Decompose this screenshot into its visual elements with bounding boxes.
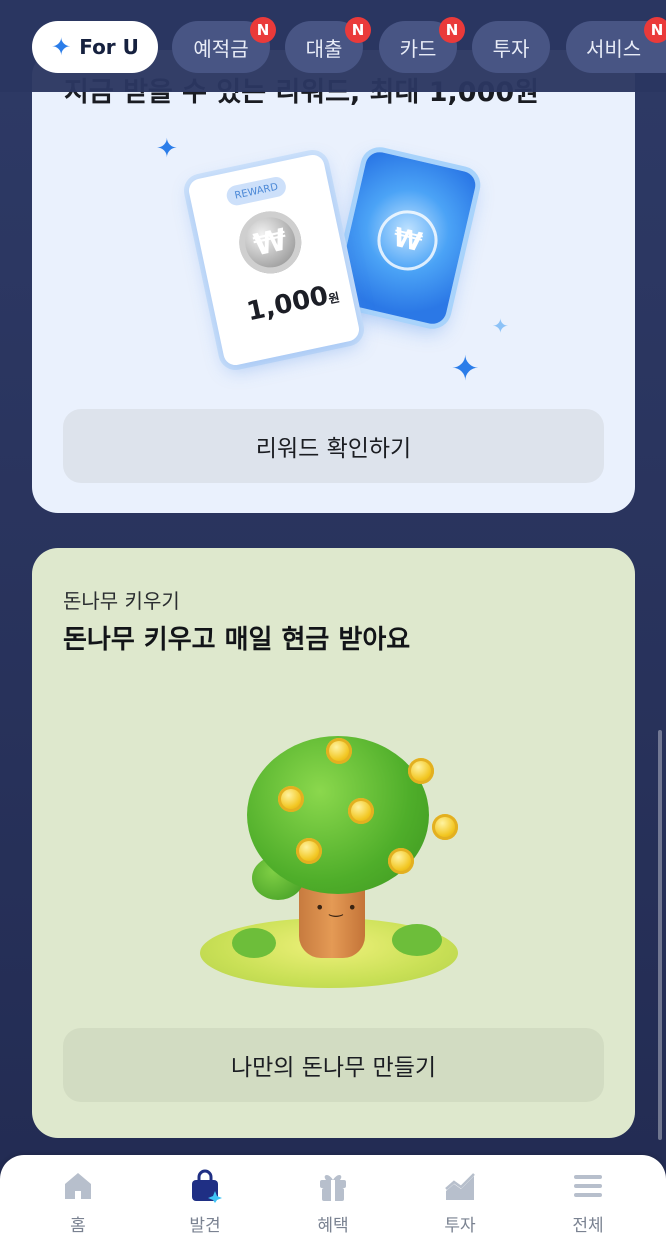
bush <box>232 928 276 958</box>
sparkle-icon: ✦ <box>492 314 509 338</box>
money-tree-subtitle: 돈나무 키우기 <box>63 589 180 613</box>
category-tab-bar: ✦ For U 예적금 N 대출 N 카드 N 투자 서비스 N <box>0 0 666 92</box>
new-badge: N <box>250 17 276 43</box>
nav-benefits[interactable]: 혜택 <box>288 1169 378 1239</box>
tab-label: For U <box>79 35 139 59</box>
silver-coin-icon: ₩ <box>233 205 308 280</box>
tab-label: 대출 <box>305 36 343 61</box>
reward-amount: 1,000원 <box>244 279 341 328</box>
gold-coin <box>388 848 414 874</box>
won-coin-icon: ₩ <box>371 204 444 277</box>
nav-all[interactable]: 전체 <box>543 1169 633 1239</box>
tab-savings[interactable]: 예적금 N <box>172 17 276 73</box>
nav-home[interactable]: 홈 <box>33 1169 123 1239</box>
reward-amount-unit: 원 <box>327 290 341 307</box>
sparkle-icon: ✦ <box>451 349 480 389</box>
tab-label: 서비스 <box>586 36 642 61</box>
scrollbar[interactable] <box>658 730 662 1140</box>
tab-invest[interactable]: 투자 <box>472 21 550 73</box>
tab-label: 예적금 <box>193 36 249 61</box>
new-badge: N <box>439 17 465 43</box>
tab-label: 투자 <box>492 36 530 61</box>
money-tree-card[interactable]: 돈나무 키우기 돈나무 키우고 매일 현금 받아요 • ‿ • 나만의 돈나무 … <box>32 548 635 1138</box>
new-badge: N <box>644 17 666 43</box>
tab-label: 카드 <box>399 36 437 61</box>
reward-card[interactable]: 지금 받을 수 있는 리워드, 최대 1,000원 ✦ ✦ ✦ ₩ REWARD… <box>32 50 635 513</box>
tree-face: • ‿ • <box>315 898 357 917</box>
nav-label: 발견 <box>189 1216 221 1236</box>
money-tree-title: 돈나무 키우고 매일 현금 받아요 <box>63 625 411 655</box>
new-badge: N <box>345 17 371 43</box>
tab-services[interactable]: 서비스 N <box>566 17 666 73</box>
sparkle-icon: ✦ <box>156 134 178 164</box>
money-tree-illustration: • ‿ • <box>192 728 462 998</box>
home-icon <box>65 1173 91 1199</box>
reward-pill: REWARD <box>224 175 288 208</box>
nav-invest[interactable]: 투자 <box>415 1169 505 1239</box>
gold-coin <box>326 738 352 764</box>
tab-cards[interactable]: 카드 N <box>379 17 465 73</box>
tab-for-u[interactable]: ✦ For U <box>32 21 158 73</box>
nav-discover[interactable]: 발견 <box>160 1169 250 1239</box>
gold-coin <box>408 758 434 784</box>
check-reward-button[interactable]: 리워드 확인하기 <box>63 409 604 483</box>
nav-label: 홈 <box>70 1216 86 1236</box>
chart-icon <box>445 1173 475 1200</box>
gold-coin <box>296 838 322 864</box>
shopping-bag-sparkle-icon <box>192 1169 222 1203</box>
gift-icon <box>320 1175 346 1201</box>
nav-label: 전체 <box>572 1216 604 1236</box>
gold-coin <box>278 786 304 812</box>
blue-card-illustration: ₩ <box>333 149 479 327</box>
menu-icon <box>574 1175 602 1197</box>
gold-coin <box>348 798 374 824</box>
reward-ticket-illustration: REWARD ₩ 1,000원 <box>186 152 362 368</box>
tab-loans[interactable]: 대출 N <box>285 17 371 73</box>
nav-label: 혜택 <box>317 1216 349 1236</box>
bottom-navigation: 홈 발견 혜택 투자 전체 <box>0 1155 666 1256</box>
gold-coin <box>432 814 458 840</box>
nav-label: 투자 <box>444 1216 476 1236</box>
bush <box>392 924 442 956</box>
reward-amount-value: 1,000 <box>244 280 331 328</box>
sparkle-icon: ✦ <box>51 33 72 61</box>
make-money-tree-button[interactable]: 나만의 돈나무 만들기 <box>63 1028 604 1102</box>
